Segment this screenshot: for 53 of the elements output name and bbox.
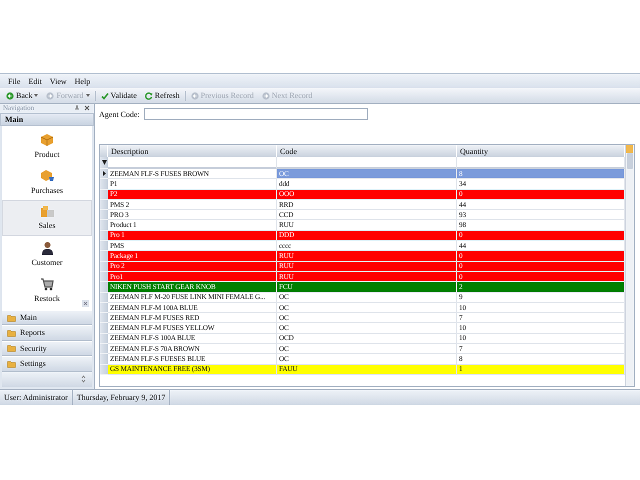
nav-item[interactable]: Customer xyxy=(2,236,92,272)
forward-arrow-icon xyxy=(46,92,54,100)
current-row-icon xyxy=(102,171,106,176)
shopping-cart-icon xyxy=(40,276,54,291)
field-label: Agent Code: xyxy=(99,110,140,118)
box-icon xyxy=(40,132,54,147)
nav-group-button[interactable]: Settings xyxy=(2,356,92,372)
nav-item-label: Product xyxy=(34,150,60,159)
column-header[interactable]: Quantity xyxy=(457,145,625,157)
boxes-icon xyxy=(40,205,54,218)
column-header[interactable]: Description xyxy=(108,145,277,157)
header-corner xyxy=(100,145,108,157)
toolbar-button[interactable]: Refresh xyxy=(142,89,183,102)
filter-cell[interactable] xyxy=(108,157,277,169)
pin-and-close-icon[interactable] xyxy=(75,105,91,112)
row-header[interactable] xyxy=(100,169,108,180)
filter-row-header[interactable] xyxy=(100,157,108,169)
nav-item-label: Sales xyxy=(38,221,56,230)
check-icon xyxy=(100,92,109,100)
agent-code-field[interactable] xyxy=(144,108,368,120)
nav-group-button[interactable]: Reports xyxy=(2,325,92,341)
overflow-icon[interactable] xyxy=(81,375,86,384)
back-arrow-icon xyxy=(190,92,199,100)
nav-item[interactable]: Sales xyxy=(2,200,92,236)
filter-cell[interactable] xyxy=(457,157,625,169)
menu-item[interactable]: View xyxy=(46,76,71,86)
person-icon xyxy=(40,240,54,255)
forward-arrow-icon xyxy=(262,92,270,100)
toolbar-button[interactable]: Back xyxy=(3,89,42,102)
menu-item[interactable]: Help xyxy=(70,76,94,86)
filter-icon[interactable] xyxy=(102,160,106,165)
column-header[interactable]: Code xyxy=(277,145,457,157)
back-arrow-icon xyxy=(6,92,14,100)
nav-group-button[interactable]: Security xyxy=(2,340,92,356)
box-cart-icon xyxy=(40,168,54,183)
filter-cell[interactable] xyxy=(277,157,457,169)
scrollbar-thumb[interactable] xyxy=(627,153,633,169)
status-text: Thursday, February 9, 2017 xyxy=(72,390,170,405)
menu-item[interactable]: File xyxy=(4,76,24,86)
collapse-icon[interactable] xyxy=(82,300,89,307)
refresh-icon xyxy=(144,92,153,100)
group-header: Main xyxy=(0,112,94,126)
nav-item-label: Restock xyxy=(34,294,60,303)
nav-item[interactable]: Purchases xyxy=(2,164,92,200)
nav-item-label: Customer xyxy=(31,258,63,267)
menu-item[interactable]: Edit xyxy=(24,76,46,86)
nav-item[interactable]: Restock xyxy=(2,272,92,308)
nav-group-button[interactable]: Main xyxy=(2,310,92,326)
status-text: User: Administrator xyxy=(0,390,73,405)
nav-item[interactable]: Product xyxy=(2,128,92,164)
toolbar-button[interactable]: Validate xyxy=(98,89,140,102)
scroll-up-icon[interactable] xyxy=(626,145,633,153)
nav-item-label: Purchases xyxy=(31,186,63,195)
